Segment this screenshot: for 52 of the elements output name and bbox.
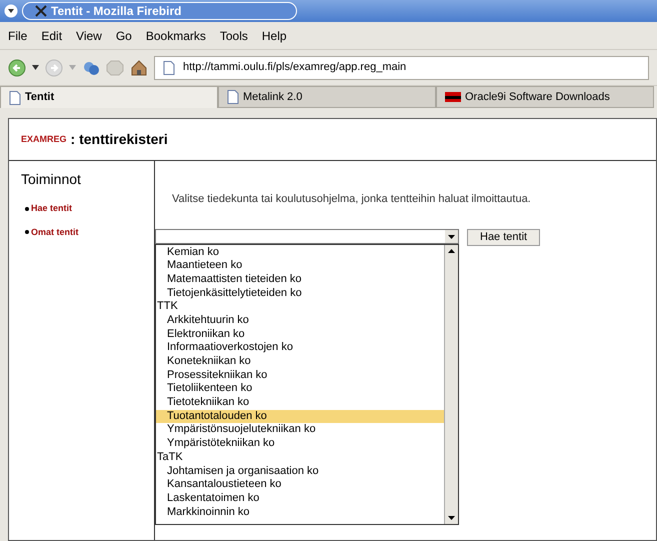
select-field[interactable] <box>155 228 459 244</box>
dropdown-option[interactable]: Arkkitehtuurin ko <box>156 314 444 328</box>
search-exams-button[interactable]: Hae tentit <box>467 228 540 246</box>
dropdown-option[interactable]: Johtamisen ja organisaation ko <box>156 464 444 478</box>
menu-item[interactable]: File <box>8 26 28 44</box>
dropdown-option[interactable]: Elektroniikan ko <box>156 328 444 342</box>
option-group-label: TaTK <box>156 450 184 464</box>
page-icon <box>163 60 175 74</box>
x-logo-icon <box>35 5 47 17</box>
sidebar-link[interactable]: Omat tentit <box>31 226 79 239</box>
dropdown-option[interactable]: Tietojenkäsittelytieteiden ko <box>156 286 444 300</box>
sidebar-title: Toiminnot <box>21 170 82 189</box>
dropdown-option[interactable]: Ympäristötekniikan ko <box>156 437 444 451</box>
browser-tab[interactable]: Oracle9i Software Downloads <box>436 86 654 108</box>
page-icon <box>227 90 239 104</box>
dropdown-option[interactable]: Prosessitekniikan ko <box>156 368 444 382</box>
menu-item[interactable]: Go <box>116 26 132 44</box>
dropdown-option[interactable]: Matemaattisten tieteiden ko <box>156 272 444 287</box>
menu-item[interactable]: View <box>76 26 102 44</box>
dropdown-option[interactable]: Kemian ko <box>156 246 444 260</box>
browser-tab[interactable]: Tentit <box>0 86 218 108</box>
menu-item[interactable]: Help <box>262 26 287 44</box>
dropdown-option[interactable]: Konetekniikan ko <box>156 355 444 369</box>
dropdown-option[interactable]: Tietotekniikan ko <box>156 396 444 410</box>
scrollbar[interactable] <box>444 244 458 524</box>
bullet-icon <box>25 230 29 234</box>
menu-item[interactable]: Bookmarks <box>146 26 206 44</box>
page-title: : tenttirekisteri <box>70 130 168 149</box>
window-menu-icon[interactable] <box>4 4 18 18</box>
window-title: Tentit - Mozilla Firebird <box>22 2 297 20</box>
dropdown-option[interactable]: Markkinoinnin ko <box>156 506 444 520</box>
home-icon[interactable] <box>130 58 148 76</box>
address-field[interactable]: http://tammi.oulu.fi/pls/examreg/app.reg_main <box>154 56 649 80</box>
dropdown-option[interactable]: Ympäristönsuojelutekniikan ko <box>156 423 444 438</box>
dropdown-option[interactable]: Tuotantotalouden ko <box>156 410 444 424</box>
option-group-label: TTK <box>156 300 179 314</box>
bullet-icon <box>25 206 29 211</box>
menu-item[interactable]: Edit <box>41 26 62 44</box>
otn-logo-icon <box>445 92 461 102</box>
dropdown-option[interactable]: Tietoliikenteen ko <box>156 382 444 396</box>
dropdown-arrow-icon[interactable] <box>32 65 39 70</box>
page-icon <box>9 90 21 104</box>
dropdown-option[interactable]: Laskentatoimen ko <box>156 492 444 506</box>
instruction-text: Valitse tiedekunta tai koulutusohjelma, jonka tentteihin haluat ilmoittautua. <box>171 192 532 207</box>
sidebar-link[interactable]: Hae tentit <box>31 202 72 216</box>
browser-tab[interactable]: Metalink 2.0 <box>218 86 436 108</box>
dropdown-option[interactable]: Maantieteen ko <box>156 259 444 273</box>
back-icon[interactable] <box>8 58 26 76</box>
brand-label: EXAMREG <box>21 132 67 146</box>
dropdown-option[interactable]: Kansantaloustieteen ko <box>156 478 444 492</box>
menu-item[interactable]: Tools <box>220 26 248 44</box>
dropdown-option[interactable]: Informaatioverkostojen ko <box>156 341 444 355</box>
